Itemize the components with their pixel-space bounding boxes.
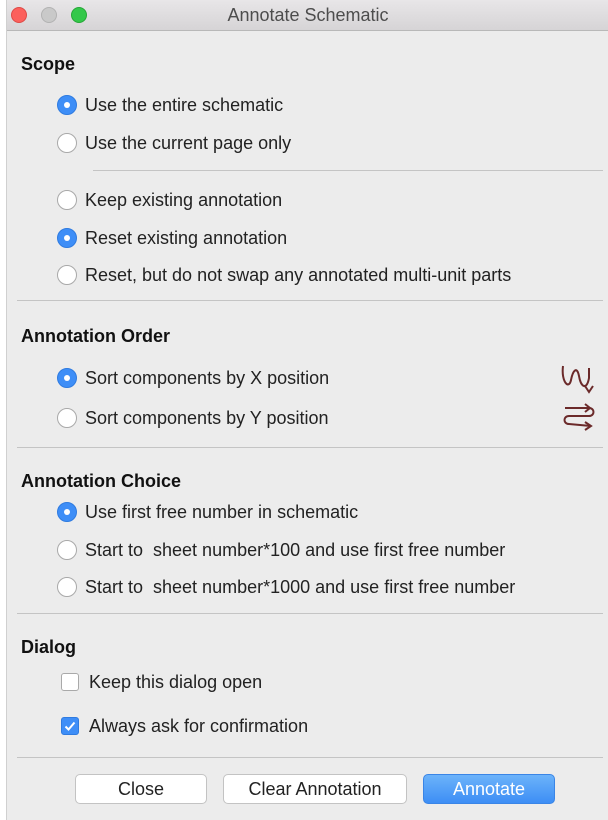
- radio-button[interactable]: [57, 228, 77, 248]
- radio-button[interactable]: [57, 408, 77, 428]
- sort-x-icon: [561, 365, 594, 394]
- clear-annotation-button[interactable]: Clear Annotation: [223, 774, 407, 804]
- section-divider: [17, 447, 603, 448]
- scope-current-page-option[interactable]: Use the current page only: [57, 131, 291, 155]
- option-label: Reset existing annotation: [85, 227, 288, 248]
- section-divider: [17, 300, 603, 301]
- option-label: Keep this dialog open: [89, 671, 263, 692]
- option-label: Sort components by X position: [85, 367, 330, 388]
- radio-button[interactable]: [57, 95, 77, 115]
- option-label: Keep existing annotation: [85, 189, 283, 210]
- radio-button[interactable]: [57, 502, 77, 522]
- reset-no-swap-option[interactable]: Reset, but do not swap any annotated mul…: [57, 263, 511, 287]
- option-label: Always ask for confirmation: [89, 715, 309, 736]
- radio-button[interactable]: [57, 190, 77, 210]
- annotation-choice-heading: Annotation Choice: [21, 471, 181, 491]
- sort-y-icon: [563, 403, 595, 431]
- checkbox[interactable]: [61, 717, 79, 735]
- sort-by-y-option[interactable]: Sort components by Y position: [57, 406, 328, 430]
- checkmark-icon: [64, 721, 76, 731]
- sort-by-x-option[interactable]: Sort components by X position: [57, 366, 329, 390]
- radio-button[interactable]: [57, 133, 77, 153]
- radio-button[interactable]: [57, 368, 77, 388]
- start-sheet-100-option[interactable]: Start to sheet number*100 and use first …: [57, 538, 505, 562]
- section-divider: [17, 613, 603, 614]
- always-ask-confirmation-option[interactable]: Always ask for confirmation: [61, 714, 308, 738]
- option-label: Use the current page only: [85, 132, 292, 153]
- first-free-number-option[interactable]: Use first free number in schematic: [57, 500, 358, 524]
- option-label: Reset, but do not swap any annotated mul…: [85, 264, 512, 285]
- start-sheet-1000-option[interactable]: Start to sheet number*1000 and use first…: [57, 575, 515, 599]
- radio-button[interactable]: [57, 577, 77, 597]
- option-label: Use the entire schematic: [85, 94, 284, 115]
- radio-button[interactable]: [57, 540, 77, 560]
- option-label: Use first free number in schematic: [85, 501, 359, 522]
- option-label: Start to sheet number*100 and use first …: [85, 539, 506, 560]
- option-label: Start to sheet number*1000 and use first…: [85, 576, 516, 597]
- scope-heading: Scope: [21, 54, 76, 74]
- window-title: Annotate Schematic: [227, 5, 389, 25]
- keep-existing-annotation-option[interactable]: Keep existing annotation: [57, 188, 282, 212]
- annotate-button[interactable]: Annotate: [423, 774, 555, 804]
- scope-subdivider: [93, 170, 603, 171]
- reset-existing-annotation-option[interactable]: Reset existing annotation: [57, 226, 287, 250]
- annotation-order-heading: Annotation Order: [21, 326, 170, 346]
- close-button[interactable]: Close: [75, 774, 207, 804]
- section-divider: [17, 757, 603, 758]
- option-label: Sort components by Y position: [85, 407, 329, 428]
- keep-dialog-open-option[interactable]: Keep this dialog open: [61, 670, 262, 694]
- checkbox[interactable]: [61, 673, 79, 691]
- title-bar: Annotate Schematic: [7, 0, 608, 31]
- radio-button[interactable]: [57, 265, 77, 285]
- scope-entire-schematic-option[interactable]: Use the entire schematic: [57, 93, 283, 117]
- dialog-heading: Dialog: [21, 637, 77, 657]
- annotate-dialog: Annotate Schematic Scope Use the entire …: [6, 0, 608, 820]
